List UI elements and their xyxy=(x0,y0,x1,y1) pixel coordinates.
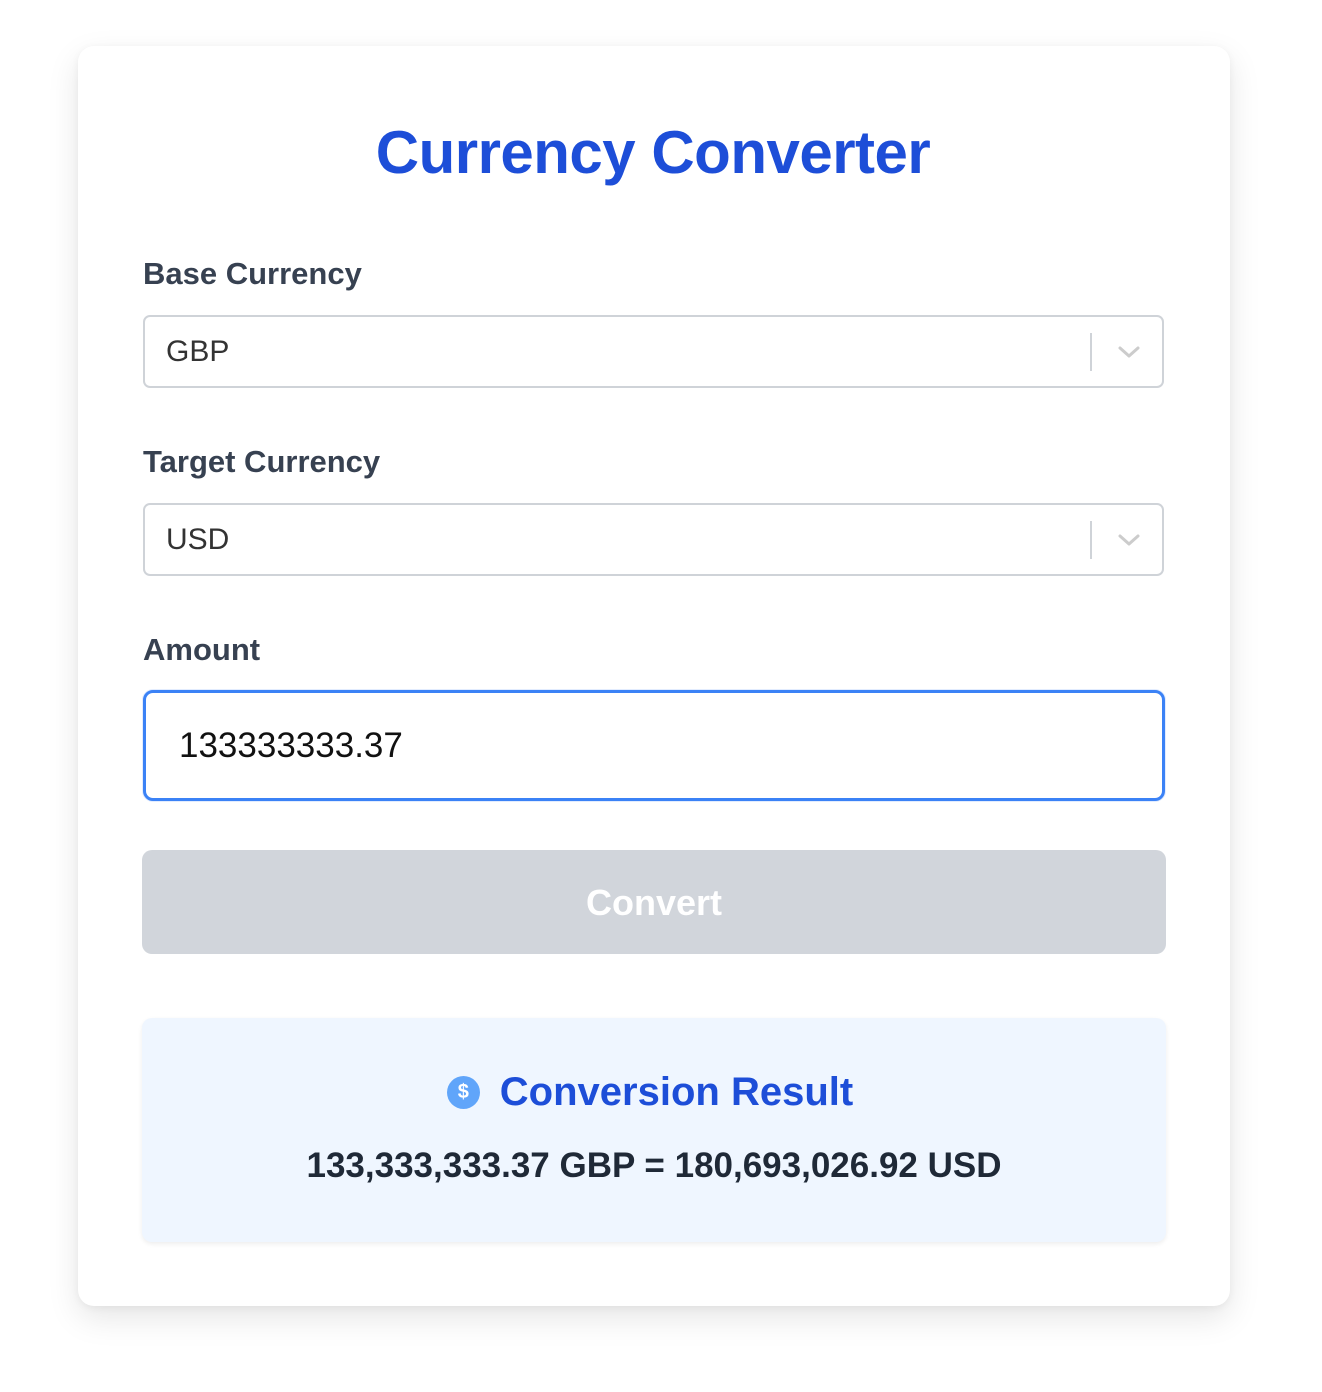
base-currency-label: Base Currency xyxy=(143,256,362,291)
result-title: Conversion Result xyxy=(499,1070,854,1114)
target-currency-value: USD xyxy=(166,523,230,556)
page-title: Currency Converter xyxy=(375,119,931,186)
dollar-icon: $ xyxy=(446,1076,480,1109)
result-text: 133,333,333.37 GBP = 180,693,026.92 USD xyxy=(306,1146,1002,1185)
target-currency-label: Target Currency xyxy=(143,444,381,479)
convert-button[interactable]: Convert xyxy=(142,850,1166,954)
select-separator xyxy=(1090,521,1092,559)
chevron-down-icon[interactable] xyxy=(1117,530,1141,550)
amount-label: Amount xyxy=(143,632,261,667)
chevron-down-icon[interactable] xyxy=(1117,342,1141,362)
target-currency-select[interactable]: USD xyxy=(143,503,1164,576)
amount-input[interactable] xyxy=(143,690,1165,801)
select-separator xyxy=(1090,333,1092,371)
conversion-result-panel: $ Conversion Result 133,333,333.37 GBP =… xyxy=(142,1018,1166,1242)
base-currency-value: GBP xyxy=(166,335,230,368)
result-header: $ Conversion Result xyxy=(142,1070,1166,1115)
base-currency-select[interactable]: GBP xyxy=(143,315,1164,388)
